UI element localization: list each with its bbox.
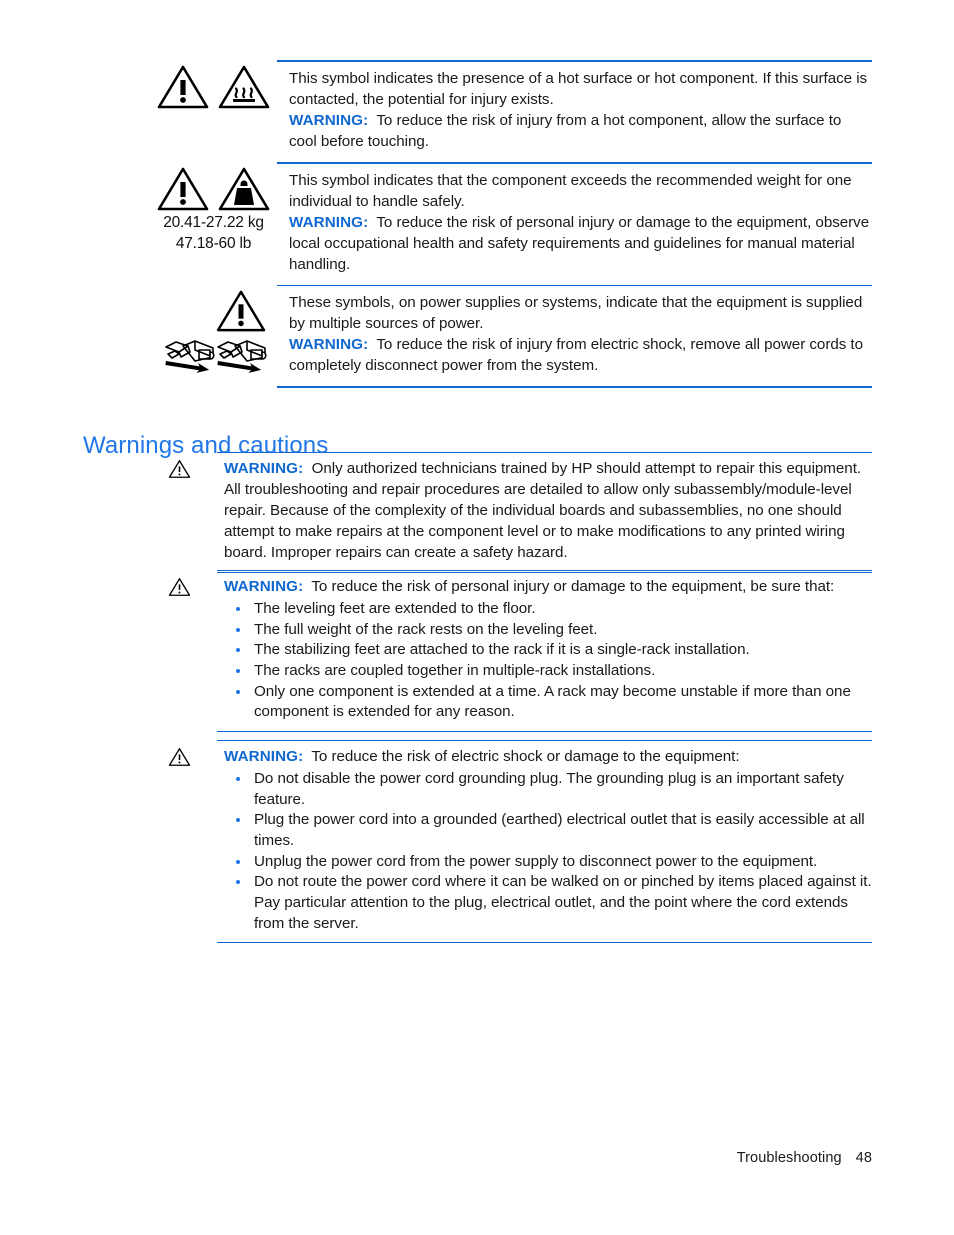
warning-block: WARNING: Only authorized technicians tra… bbox=[168, 452, 872, 573]
hot-surface-icon bbox=[218, 64, 270, 110]
symbol-caption-line2: 47.18-60 lb bbox=[175, 235, 252, 253]
warning-body: WARNING: Only authorized technicians tra… bbox=[217, 452, 872, 573]
symbol-row: This symbol indicates the presence of a … bbox=[150, 60, 872, 162]
warning-label: WARNING: bbox=[224, 460, 304, 477]
warning-block: WARNING: To reduce the risk of electric … bbox=[168, 740, 872, 944]
list-item: Do not route the power cord where it can… bbox=[224, 872, 872, 934]
list-item: The racks are coupled together in multip… bbox=[224, 661, 872, 682]
warning-bullet-list: Do not disable the power cord grounding … bbox=[224, 769, 872, 934]
symbol-icon-group bbox=[161, 289, 267, 373]
list-item: Plug the power cord into a grounded (ear… bbox=[224, 810, 872, 851]
list-item: The stabilizing feet are attached to the… bbox=[224, 640, 872, 661]
heavy-weight-icon bbox=[218, 166, 270, 212]
warning-text: To reduce the risk of personal injury or… bbox=[289, 213, 870, 273]
symbol-caption-line1: 20.41-27.22 kg bbox=[163, 213, 264, 231]
symbol-description: These symbols, on power supplies or syst… bbox=[277, 284, 872, 388]
warning-triangle-icon bbox=[215, 289, 267, 333]
warning-label: WARNING: bbox=[224, 748, 304, 765]
list-item: Only one component is extended at a time… bbox=[224, 682, 872, 723]
warning-text: To reduce the risk of electric shock or … bbox=[311, 748, 740, 765]
warning-icon-cell bbox=[168, 570, 217, 597]
page-footer: Troubleshooting 48 bbox=[150, 1150, 872, 1166]
symbol-icon-cell bbox=[150, 60, 277, 112]
footer-section-name: Troubleshooting bbox=[736, 1150, 842, 1166]
symbol-warning-paragraph: WARNING: To reduce the risk of personal … bbox=[289, 213, 872, 276]
symbol-legend-table: This symbol indicates the presence of a … bbox=[150, 60, 872, 388]
warning-triangle-icon bbox=[157, 166, 209, 212]
warning-triangle-icon bbox=[157, 64, 209, 110]
symbol-icon-cell: 20.41-27.22 kg 47.18-60 lb bbox=[150, 162, 277, 255]
symbol-row: 20.41-27.22 kg 47.18-60 lb This symbol i… bbox=[150, 161, 872, 285]
document-page: This symbol indicates the presence of a … bbox=[0, 0, 954, 1235]
warning-icon-cell bbox=[168, 452, 217, 479]
warning-block: WARNING: To reduce the risk of personal … bbox=[168, 570, 872, 732]
symbol-description: This symbol indicates that the component… bbox=[277, 161, 872, 285]
warning-triangle-icon bbox=[168, 747, 217, 767]
warning-text: To reduce the risk of injury from electr… bbox=[289, 335, 863, 374]
symbol-description-intro: These symbols, on power supplies or syst… bbox=[289, 293, 863, 332]
list-item: The full weight of the rack rests on the… bbox=[224, 620, 872, 641]
warning-label: WARNING: bbox=[289, 213, 369, 231]
warning-triangle-icon bbox=[168, 577, 217, 597]
warning-label: WARNING: bbox=[289, 111, 369, 129]
warning-label: WARNING: bbox=[289, 335, 369, 353]
list-item: Unplug the power cord from the power sup… bbox=[224, 852, 872, 873]
symbol-warning-paragraph: WARNING: To reduce the risk of injury fr… bbox=[289, 111, 872, 153]
symbol-icon-cell bbox=[150, 285, 277, 375]
warning-text: To reduce the risk of personal injury or… bbox=[311, 578, 835, 595]
warning-triangle-icon bbox=[168, 459, 217, 479]
warning-paragraph: WARNING: Only authorized technicians tra… bbox=[224, 459, 872, 564]
symbol-description-intro: This symbol indicates that the component… bbox=[289, 171, 852, 210]
list-item: Do not disable the power cord grounding … bbox=[224, 769, 872, 810]
symbol-icon-group bbox=[157, 64, 270, 110]
warning-paragraph: WARNING: To reduce the risk of electric … bbox=[224, 747, 872, 768]
symbol-description-intro: This symbol indicates the presence of a … bbox=[289, 70, 868, 108]
symbol-icon-group bbox=[157, 166, 270, 212]
warning-paragraph: WARNING: To reduce the risk of personal … bbox=[224, 577, 872, 598]
warning-label: WARNING: bbox=[224, 578, 304, 595]
warning-body: WARNING: To reduce the risk of personal … bbox=[217, 570, 872, 732]
multiple-power-supplies-icon bbox=[161, 333, 267, 373]
symbol-row: These symbols, on power supplies or syst… bbox=[150, 284, 872, 388]
warning-text: To reduce the risk of injury from a hot … bbox=[289, 111, 842, 150]
symbol-description: This symbol indicates the presence of a … bbox=[277, 60, 872, 162]
warning-icon-cell bbox=[168, 740, 217, 767]
list-item: The leveling feet are extended to the fl… bbox=[224, 599, 872, 620]
footer-page-number: 48 bbox=[855, 1150, 872, 1166]
warning-body: WARNING: To reduce the risk of electric … bbox=[217, 740, 872, 944]
symbol-warning-paragraph: WARNING: To reduce the risk of injury fr… bbox=[289, 335, 872, 377]
warning-bullet-list: The leveling feet are extended to the fl… bbox=[224, 599, 872, 723]
warning-text: Only authorized technicians trained by H… bbox=[224, 460, 862, 561]
